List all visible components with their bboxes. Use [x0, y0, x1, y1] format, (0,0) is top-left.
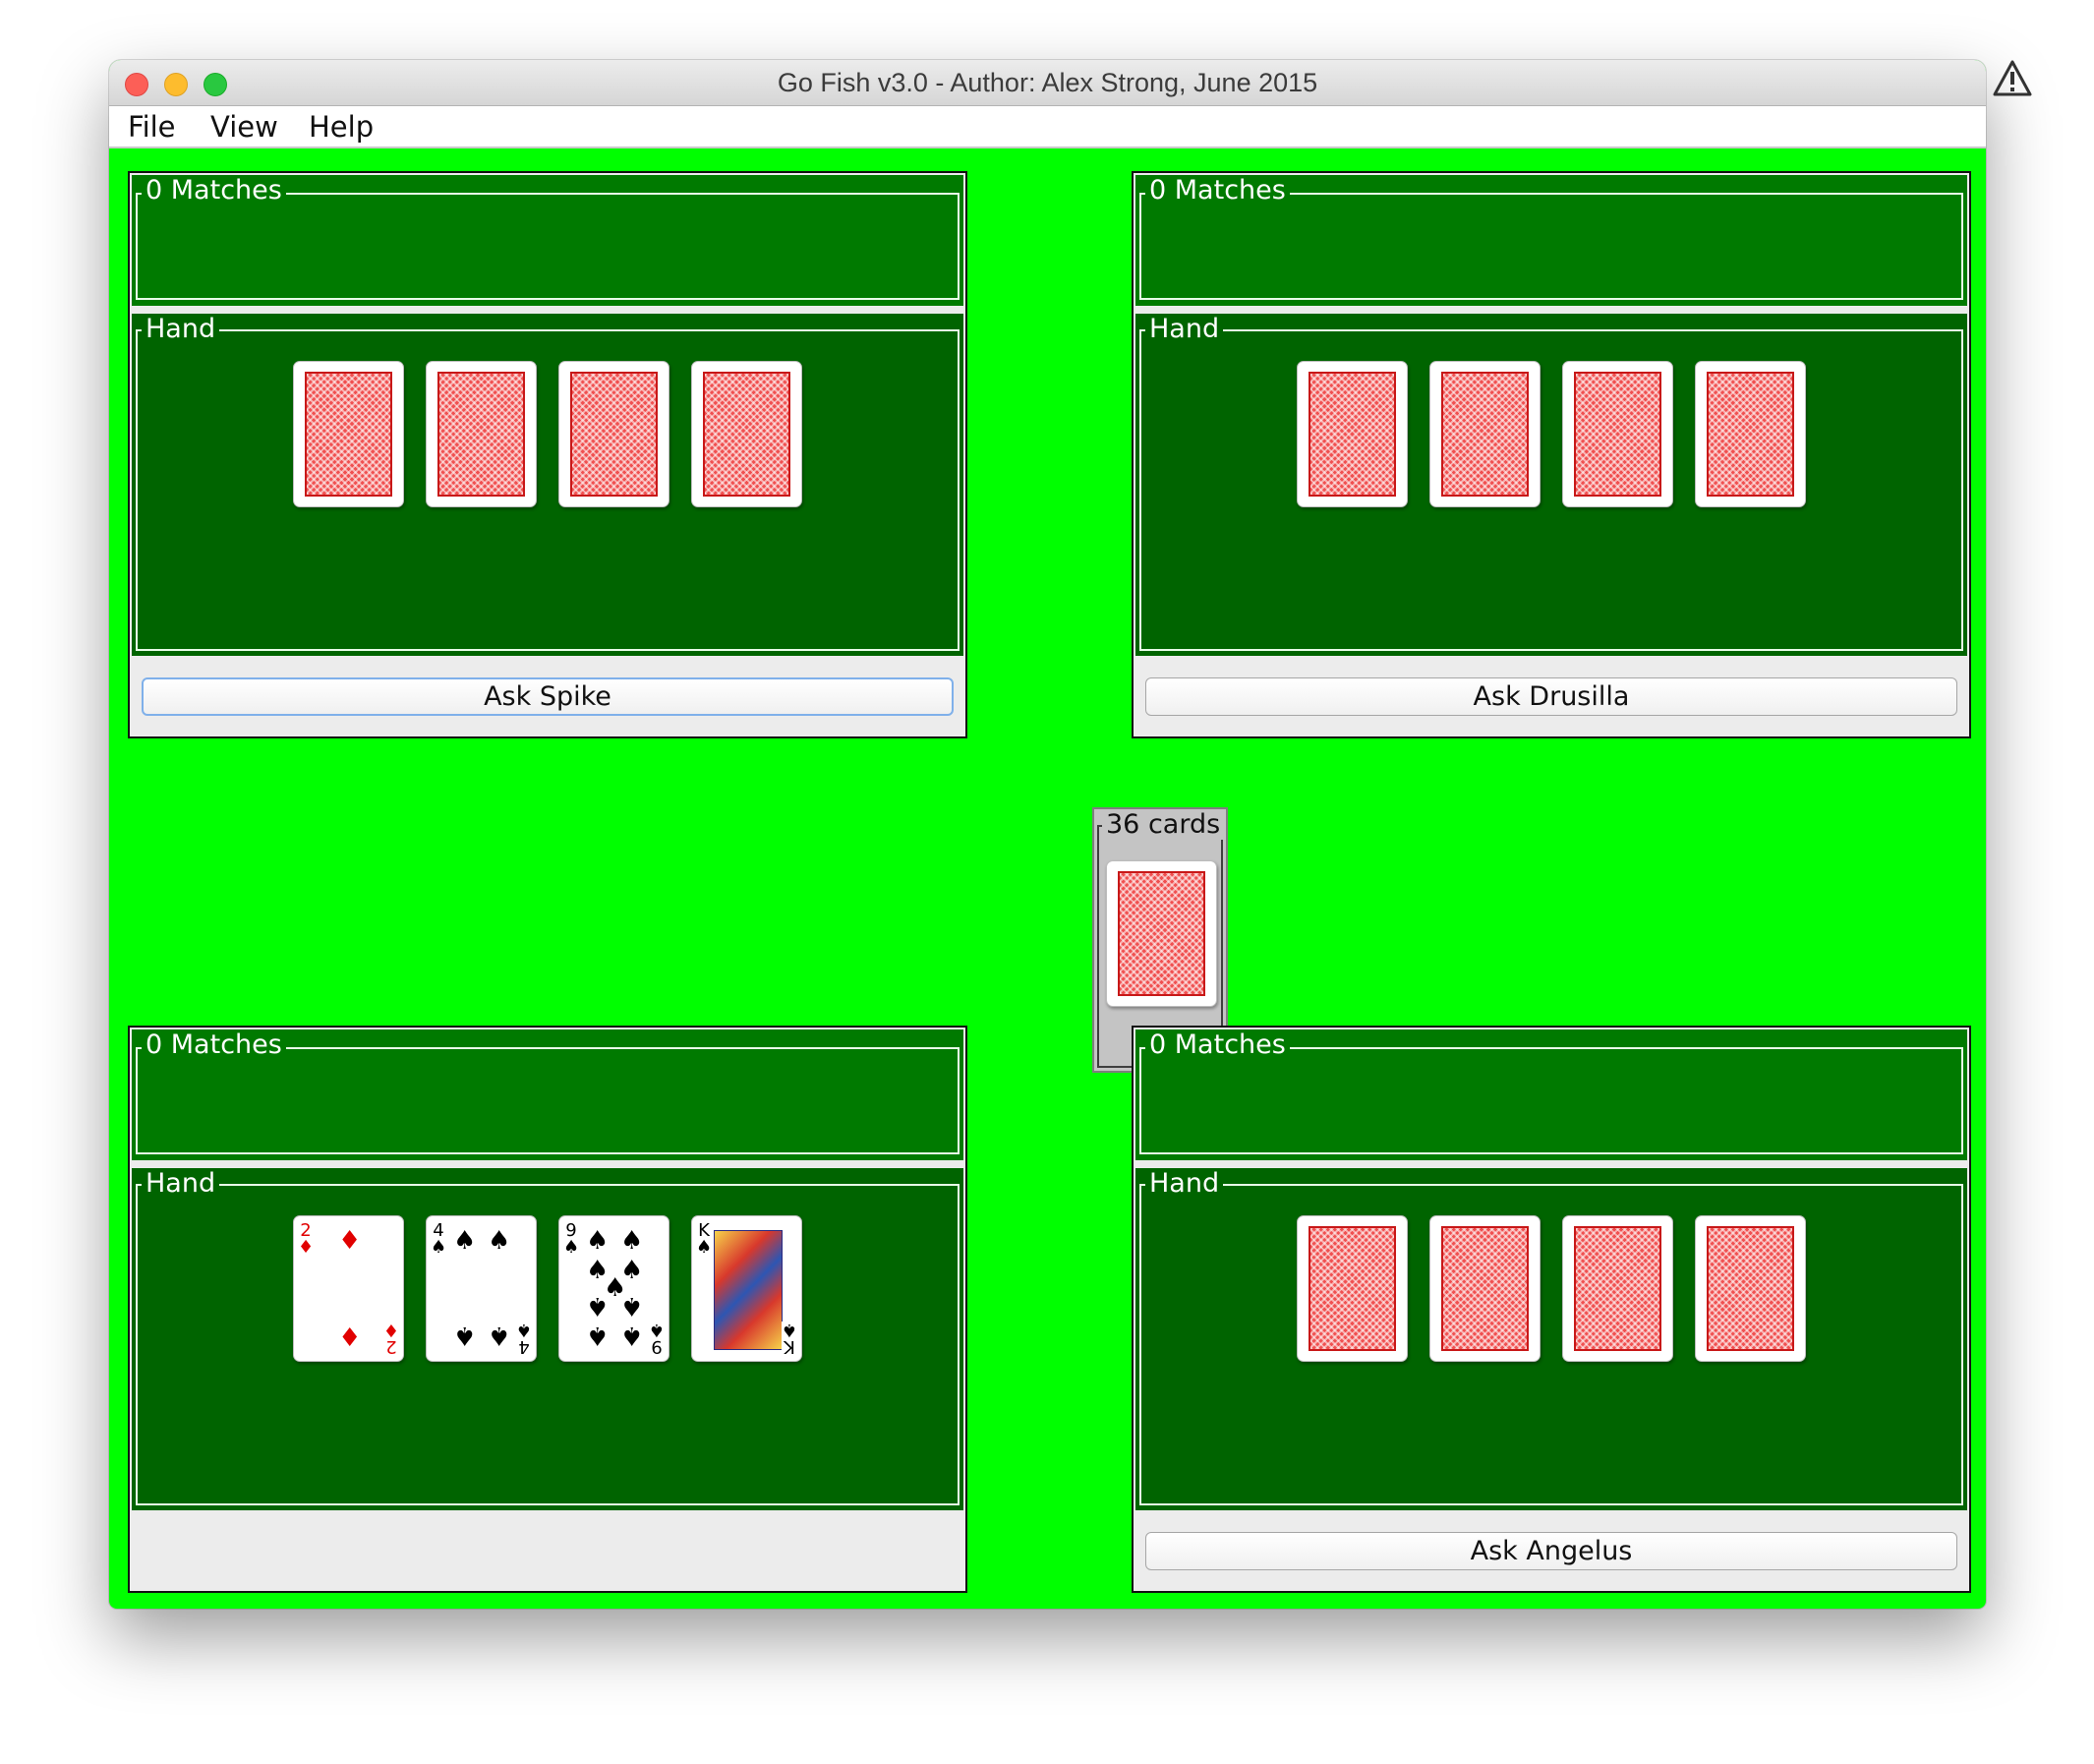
- app-window: Go Fish v3.0 - Author: Alex Strong, June…: [109, 60, 1986, 1609]
- title-bar: Go Fish v3.0 - Author: Alex Strong, June…: [109, 60, 1986, 106]
- hand-label: Hand: [1145, 314, 1224, 344]
- matches-area: 0 Matches: [132, 175, 963, 306]
- card-4-of-spades[interactable]: 4 ♠ ♠ ♠ ♠ ♠ 4 ♠: [426, 1215, 537, 1362]
- matches-label: 0 Matches: [1145, 1029, 1290, 1060]
- hand-label: Hand: [142, 1168, 220, 1199]
- card-back: [1297, 361, 1408, 507]
- card-back: [1562, 361, 1673, 507]
- card-king-of-spades[interactable]: K ♠ K ♠: [691, 1215, 802, 1362]
- card-back: [1297, 1215, 1408, 1362]
- matches-label: 0 Matches: [1145, 175, 1290, 206]
- menu-bar: File View Help: [109, 106, 1986, 148]
- deck-card-back[interactable]: [1106, 860, 1217, 1007]
- matches-label: 0 Matches: [142, 175, 286, 206]
- player-panel-drusilla: 0 Matches Hand Ask Drusilla: [1132, 171, 1971, 738]
- card-back: [558, 361, 669, 507]
- menu-file[interactable]: File: [128, 110, 176, 144]
- card-back: [1695, 361, 1806, 507]
- ask-spike-button[interactable]: Ask Spike: [142, 677, 954, 716]
- matches-area: 0 Matches: [1135, 175, 1967, 306]
- player-panel-angelus: 0 Matches Hand Ask Angelus: [1132, 1026, 1971, 1593]
- card-9-of-spades[interactable]: 9 ♠ ♠ ♠ ♠ ♠ ♠ ♠ ♠ ♠ ♠ 9 ♠: [558, 1215, 669, 1362]
- king-portrait-icon: [714, 1230, 783, 1350]
- card-back: [426, 361, 537, 507]
- empty-button-area: [132, 1512, 963, 1589]
- ask-angelus-button[interactable]: Ask Angelus: [1145, 1532, 1957, 1570]
- menu-view[interactable]: View: [210, 110, 278, 144]
- matches-area: 0 Matches: [132, 1029, 963, 1160]
- matches-label: 0 Matches: [142, 1029, 286, 1060]
- card-back: [1562, 1215, 1673, 1362]
- hand-label: Hand: [1145, 1168, 1224, 1199]
- hand-area: Hand 2 ♦ ♦ ♦ 2 ♦ 4 ♠ ♠ ♠ ♠ ♠ 4 ♠ 9 ♠ ♠ ♠…: [132, 1168, 963, 1510]
- card-back: [1695, 1215, 1806, 1362]
- deck-count-label: 36 cards: [1102, 809, 1225, 840]
- hand-area: Hand: [132, 314, 963, 656]
- ask-drusilla-button[interactable]: Ask Drusilla: [1145, 677, 1957, 716]
- card-back: [691, 361, 802, 507]
- card-back: [1429, 361, 1541, 507]
- warning-icon: [1993, 60, 2032, 96]
- window-title: Go Fish v3.0 - Author: Alex Strong, June…: [777, 68, 1318, 97]
- menu-help[interactable]: Help: [309, 110, 374, 144]
- hand-area: Hand: [1135, 314, 1967, 656]
- player-panel-spike: 0 Matches Hand Ask Spike: [128, 171, 967, 738]
- card-back: [1429, 1215, 1541, 1362]
- hand-label: Hand: [142, 314, 220, 344]
- card-back: [293, 361, 404, 507]
- hand-area: Hand: [1135, 1168, 1967, 1510]
- card-2-of-diamonds[interactable]: 2 ♦ ♦ ♦ 2 ♦: [293, 1215, 404, 1362]
- player-panel-self: 0 Matches Hand 2 ♦ ♦ ♦ 2 ♦ 4 ♠ ♠ ♠ ♠ ♠ 4…: [128, 1026, 967, 1593]
- matches-area: 0 Matches: [1135, 1029, 1967, 1160]
